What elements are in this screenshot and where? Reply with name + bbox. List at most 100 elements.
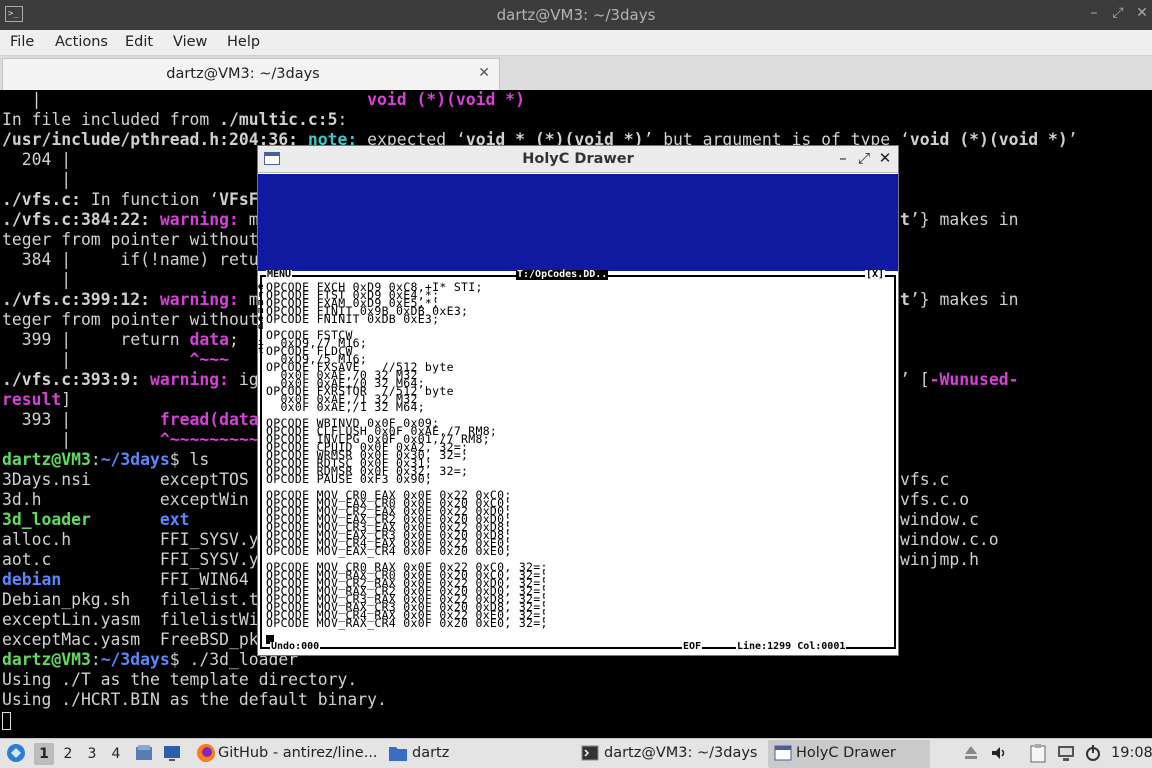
- menu-file[interactable]: File: [10, 34, 34, 50]
- holyc-icon[interactable]: [774, 745, 792, 761]
- terminal-text: ]: [61, 390, 72, 409]
- window-title: dartz@VM3: ~/3days: [496, 6, 656, 24]
- terminal-line: | void (*)(void *): [2, 90, 525, 110]
- terminal-text: |: [2, 270, 72, 289]
- terminal-text: ./vfs.c:: [2, 190, 81, 209]
- terminal-text: 384 | if(!name) retu: [2, 250, 259, 269]
- terminal-text: /usr/include/pthread.h:204:36:: [2, 130, 299, 149]
- terminal-text: ’} makes in: [909, 290, 1019, 309]
- app-menu-icon[interactable]: [6, 743, 26, 763]
- show-desktop-icon[interactable]: [163, 744, 181, 762]
- tab-close-icon[interactable]: ✕: [478, 65, 490, 81]
- terminal-text: :: [337, 110, 348, 129]
- workspace-4[interactable]: 4: [106, 743, 126, 765]
- volume-icon[interactable]: [990, 744, 1008, 762]
- workspace-1[interactable]: 1: [34, 743, 54, 765]
- terminal-text: data: [189, 330, 229, 349]
- terminal-text: dartz@VM3: [2, 450, 91, 469]
- terminal-line: debian FFI_WIN64: [2, 570, 249, 590]
- terminal-text: ^~~~: [189, 350, 229, 369]
- terminal-line: |: [2, 170, 71, 190]
- terminal-text: fread(data: [159, 410, 259, 429]
- terminal-text: In function ‘: [80, 190, 220, 209]
- holyc-maximize-icon[interactable]: ⤢: [857, 149, 871, 167]
- terminal-text: ^~~~~~~~~~: [159, 430, 259, 449]
- clock: 19:08: [1111, 745, 1152, 761]
- doc-top-border: MENU T:/OpCodes.DD.. [X]: [258, 270, 898, 280]
- terminal-text: Debian_pkg.sh filelist.t: [2, 590, 259, 609]
- doc-left-margin-char: d: [258, 322, 264, 332]
- terminal-cursor: [2, 711, 11, 730]
- terminal-text: ./vfs.c:393:9:: [2, 370, 141, 389]
- terminal-line: Debian_pkg.sh filelist.t: [2, 590, 259, 610]
- doc-undo-count: Undo:000: [270, 641, 321, 652]
- terminal-text: |: [2, 90, 368, 109]
- terminal-text: ’} makes in: [909, 210, 1019, 229]
- doc-code-line: OPCODE MOV_RAX_CR4 0x0F 0x20 0xE0, 32=;: [266, 616, 548, 630]
- file-manager-icon[interactable]: [135, 744, 153, 762]
- terminal-line: 204 |: [2, 150, 71, 170]
- maximize-icon[interactable]: ⤢: [1110, 5, 1126, 21]
- terminal-text: In file included from: [2, 110, 220, 129]
- holyc-task[interactable]: HolyC Drawer: [796, 745, 896, 761]
- tab-terminal[interactable]: dartz@VM3: ~/3days ✕: [2, 58, 500, 90]
- doc-right-border: [894, 275, 896, 649]
- terminal-line: In file included from ./multic.c:5:: [2, 110, 347, 130]
- tab-label: dartz@VM3: ~/3days: [166, 66, 320, 82]
- doc-close-button[interactable]: [X]: [865, 270, 886, 280]
- terminal-line: Using ./HCRT.BIN as the default binary.: [2, 690, 387, 710]
- terminal-text: FFI_WIN64: [61, 570, 249, 589]
- terminal-line: dartz@VM3:~/3days$ ls: [2, 450, 209, 470]
- terminal-text: ’ [: [900, 370, 930, 389]
- terminal-line: result]: [2, 390, 71, 410]
- terminal-text: $ ls: [169, 450, 210, 469]
- terminal-text: 393 |: [2, 410, 160, 429]
- terminal-line: Using ./T as the template directory.: [2, 670, 357, 690]
- terminal-text: ext: [159, 510, 190, 529]
- menu-edit[interactable]: Edit: [125, 34, 153, 50]
- terminal-text: debian: [2, 570, 62, 589]
- terminal-text: 3d_loader: [2, 510, 91, 529]
- terminal-text: ./vfs.c:384:22:: [2, 210, 151, 229]
- window-titlebar[interactable]: >_ dartz@VM3: ~/3days – ⤢ ✕: [0, 0, 1152, 30]
- menu-help[interactable]: Help: [227, 34, 260, 50]
- power-icon[interactable]: [1084, 744, 1102, 762]
- terminal-cursor-line: [2, 710, 11, 730]
- terminal-task[interactable]: dartz@VM3: ~/3days: [604, 745, 757, 761]
- workspace-3[interactable]: 3: [82, 743, 102, 765]
- menu-actions[interactable]: Actions: [55, 34, 108, 50]
- workspace-2[interactable]: 2: [58, 743, 78, 765]
- folder-icon[interactable]: [388, 744, 408, 762]
- holyc-close-icon[interactable]: ✕: [878, 149, 892, 167]
- terminal-text: :: [90, 650, 101, 669]
- terminal-text: Using ./T as the template directory.: [2, 670, 358, 689]
- close-icon[interactable]: ✕: [1134, 5, 1150, 21]
- holyc-title: HolyC Drawer: [522, 151, 634, 167]
- terminal-text: warning:: [159, 210, 239, 229]
- doc-status-bar: Undo:000 EOF Line:1299 Col:0001: [258, 641, 898, 652]
- terminal-text: -Wunused-: [929, 370, 1019, 389]
- files-task[interactable]: dartz: [412, 745, 449, 761]
- terminal-text: teger from pointer without: [2, 230, 259, 249]
- terminal-line: exceptMac.yasm FreeBSD_pk: [2, 630, 259, 650]
- doc-position: Line:1299 Col:0001: [736, 641, 847, 652]
- terminal-icon[interactable]: [581, 744, 599, 762]
- holyc-minimize-icon[interactable]: –: [836, 149, 850, 167]
- terminal-text: ’: [1067, 130, 1078, 149]
- network-icon[interactable]: [1056, 744, 1076, 762]
- browser-task[interactable]: GitHub - antirez/line...: [218, 745, 378, 761]
- holyc-document[interactable]: MENU T:/OpCodes.DD.. [X] OPCODE FXCH 0xD…: [258, 270, 898, 655]
- doc-menu-label[interactable]: MENU: [266, 270, 293, 280]
- terminal-text: warning:: [150, 370, 229, 389]
- terminal-text: ./multic.c:5: [219, 110, 338, 129]
- firefox-icon[interactable]: [196, 743, 216, 763]
- clipboard-icon[interactable]: [1029, 743, 1047, 763]
- menu-view[interactable]: View: [173, 34, 207, 50]
- doc-code-line: 0x0F 0xAE,/1 32 M64;: [266, 400, 425, 414]
- minimize-icon[interactable]: –: [1086, 5, 1102, 21]
- holyc-titlebar[interactable]: HolyC Drawer – ⤢ ✕: [258, 146, 898, 173]
- eject-icon[interactable]: [963, 744, 979, 762]
